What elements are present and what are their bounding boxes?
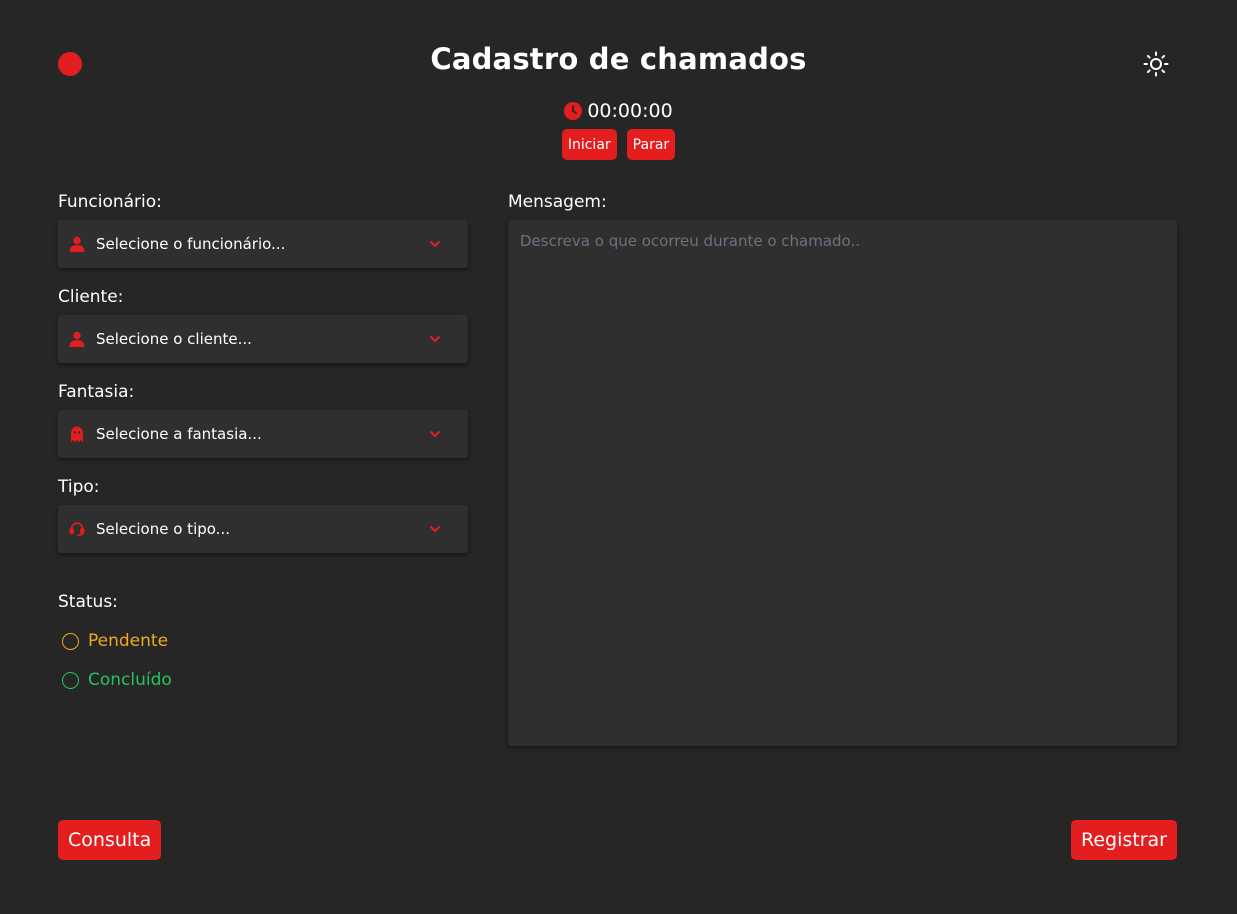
fantasy-select[interactable]: Selecione a fantasia... [58, 410, 468, 458]
message-label: Mensagem: [508, 192, 607, 212]
status-option-pending[interactable]: Pendente [62, 631, 168, 651]
page-title: Cadastro de chamados [430, 42, 807, 76]
timer-controls: Iniciar Parar [0, 129, 1237, 160]
message-textarea[interactable] [508, 220, 1177, 746]
fantasy-label: Fantasia: [58, 382, 135, 402]
page: Cadastro de chamados 00:00:00 Iniciar Pa… [0, 0, 1237, 914]
chevron-down-icon [428, 332, 442, 346]
client-label: Cliente: [58, 287, 124, 307]
theme-toggle-button[interactable] [1141, 49, 1171, 79]
type-label: Tipo: [58, 477, 100, 497]
register-button[interactable]: Registrar [1071, 820, 1177, 860]
type-select[interactable]: Selecione o tipo... [58, 505, 468, 553]
type-select-value: Selecione o tipo... [96, 520, 230, 538]
start-timer-button[interactable]: Iniciar [561, 129, 617, 160]
user-icon [69, 331, 85, 347]
query-button[interactable]: Consulta [58, 820, 162, 860]
stop-timer-button[interactable]: Parar [626, 129, 676, 160]
chevron-down-icon [428, 237, 442, 251]
radio-button[interactable] [62, 632, 79, 650]
client-select[interactable]: Selecione o cliente... [58, 315, 468, 363]
employee-label: Funcionário: [58, 192, 162, 212]
headset-icon [69, 521, 85, 537]
ghost-icon [69, 426, 85, 442]
chevron-down-icon [428, 427, 442, 441]
status-option-label: Pendente [88, 631, 169, 651]
timer-value: 00:00:00 [587, 100, 673, 122]
status-option-label: Concluído [88, 670, 172, 690]
user-icon [69, 236, 85, 252]
clock-icon [564, 102, 583, 120]
status-option-done[interactable]: Concluído [62, 670, 172, 690]
employee-select-value: Selecione o funcionário... [96, 235, 286, 253]
timer: 00:00:00 [0, 100, 1237, 122]
sun-icon [1143, 51, 1169, 77]
fantasy-select-value: Selecione a fantasia... [96, 425, 262, 443]
client-select-value: Selecione o cliente... [96, 330, 252, 348]
chevron-down-icon [428, 522, 442, 536]
status-label: Status: [58, 592, 118, 612]
employee-select[interactable]: Selecione o funcionário... [58, 220, 468, 268]
radio-button[interactable] [62, 671, 79, 689]
